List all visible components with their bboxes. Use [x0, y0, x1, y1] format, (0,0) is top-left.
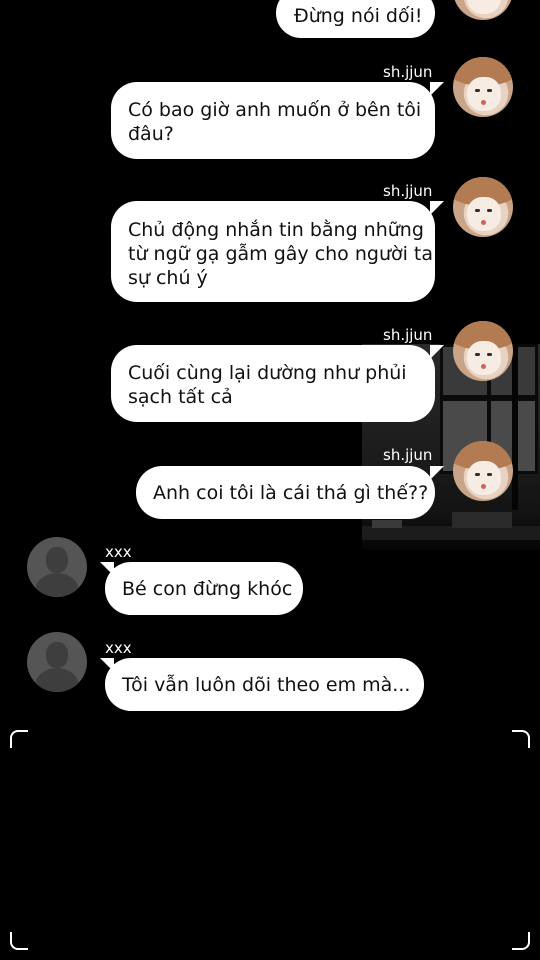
message-bubble: Chủ động nhắn tin bằng những từ ngữ gạ g… [111, 201, 435, 302]
message-text: Cuối cùng lại dường như phủi sạch tất cả [128, 362, 407, 408]
message-text: Bé con đừng khóc [122, 578, 293, 600]
message-text: Tôi vẫn luôn dõi theo em mà... [122, 674, 411, 696]
message-text: Chủ động nhắn tin bằng những từ ngữ gạ g… [128, 219, 434, 289]
corner-bracket-bottom-left [10, 932, 28, 950]
default-user-avatar-icon[interactable] [27, 632, 87, 692]
message-text: Đừng nói dối! [294, 5, 423, 27]
corner-bracket-top-right [512, 730, 530, 748]
corner-bracket-bottom-right [512, 932, 530, 950]
user-photo-avatar[interactable] [453, 57, 513, 117]
message-bubble: Có bao giờ anh muốn ở bên tôi đâu? [111, 82, 435, 159]
sender-name: sh.jjun [383, 326, 433, 344]
message-bubble: Đừng nói dối! [276, 0, 435, 38]
sender-name: sh.jjun [383, 446, 433, 464]
message-text: Có bao giờ anh muốn ở bên tôi đâu? [128, 99, 422, 145]
sender-name: sh.jjun [383, 182, 433, 200]
message-bubble: Bé con đừng khóc [105, 562, 303, 615]
sender-name: sh.jjun [383, 63, 433, 81]
user-photo-avatar[interactable] [453, 177, 513, 237]
user-photo-avatar[interactable] [453, 441, 513, 501]
message-text: Anh coi tôi là cái thá gì thế?? [153, 482, 429, 504]
default-user-avatar-icon[interactable] [27, 537, 87, 597]
message-bubble: Anh coi tôi là cái thá gì thế?? [136, 466, 435, 519]
user-photo-avatar[interactable] [453, 321, 513, 381]
corner-bracket-top-left [10, 730, 28, 748]
message-bubble: Tôi vẫn luôn dõi theo em mà... [105, 658, 424, 711]
user-photo-avatar[interactable] [453, 0, 513, 20]
sender-name: xxx [105, 543, 132, 561]
message-bubble: Cuối cùng lại dường như phủi sạch tất cả [111, 345, 435, 422]
sender-name: xxx [105, 639, 132, 657]
